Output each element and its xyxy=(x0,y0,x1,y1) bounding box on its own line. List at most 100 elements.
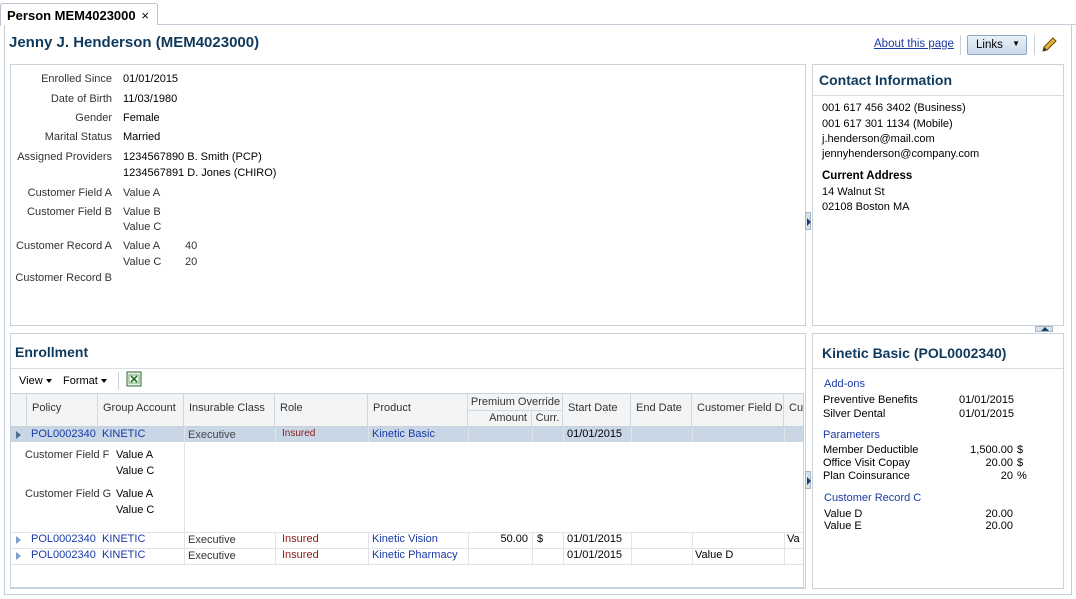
start-date: 01/01/2015 xyxy=(567,428,623,440)
customer-record-c-link[interactable]: Customer Record C xyxy=(824,492,921,504)
divider xyxy=(563,532,564,565)
chevron-down-icon xyxy=(100,379,107,384)
addon-date: 01/01/2015 xyxy=(959,408,1015,420)
amount: 50.00 xyxy=(500,533,528,545)
page-title: Jenny J. Henderson (MEM4023000) xyxy=(9,34,260,51)
record-value: Value A xyxy=(123,240,161,252)
divider xyxy=(11,368,805,369)
close-icon[interactable]: × xyxy=(141,8,149,23)
panel-splitter-handle[interactable] xyxy=(805,471,811,489)
divider xyxy=(813,95,1063,96)
divider xyxy=(184,532,185,565)
expand-icon[interactable] xyxy=(16,431,21,439)
insurable-class: Executive xyxy=(188,429,236,441)
customer-field-d: Value D xyxy=(695,549,734,561)
field-value: 11/03/1980 xyxy=(123,93,178,105)
group-link[interactable]: KINETIC xyxy=(102,549,145,561)
role: Insured xyxy=(282,533,319,545)
field-value: 01/01/2015 xyxy=(123,73,179,85)
selector-header xyxy=(11,394,27,427)
col-cu[interactable]: Cu xyxy=(784,394,803,427)
col-end-date[interactable]: End Date xyxy=(631,394,692,427)
policy-link[interactable]: POL0002340 xyxy=(31,533,96,545)
param-name: Office Visit Copay xyxy=(823,457,911,469)
product-link[interactable]: Kinetic Pharmacy xyxy=(372,549,458,561)
assigned-providers-link[interactable]: Assigned Providers xyxy=(10,151,112,163)
divider xyxy=(468,532,469,565)
group-link[interactable]: KINETIC xyxy=(102,428,145,440)
contact-line: j.henderson@mail.com xyxy=(822,133,935,145)
divider xyxy=(11,564,803,565)
col-amount[interactable]: Amount xyxy=(468,411,532,427)
field-label: Customer Field B xyxy=(27,206,112,218)
expand-icon[interactable] xyxy=(16,552,21,560)
divider xyxy=(532,532,533,565)
format-label: Format xyxy=(63,375,98,387)
links-button[interactable]: Links ▼ xyxy=(967,35,1027,55)
tab-strip xyxy=(0,0,1076,25)
customer-record-b-link[interactable]: Customer Record B xyxy=(10,272,112,284)
divider xyxy=(368,427,369,442)
view-label: View xyxy=(19,375,43,387)
address-line: 02108 Boston MA xyxy=(822,201,910,213)
field-label: Enrolled Since xyxy=(41,73,112,85)
col-customer-field-d[interactable]: Customer Field D xyxy=(692,394,784,427)
record-name: Value D xyxy=(824,508,863,520)
format-menu[interactable]: Format xyxy=(63,375,107,387)
tab-person[interactable]: Person MEM4023000 × xyxy=(0,3,158,26)
edit-pencil-icon[interactable] xyxy=(1040,36,1058,54)
divider xyxy=(960,35,961,55)
col-insurable-class[interactable]: Insurable Class xyxy=(184,394,275,427)
view-menu[interactable]: View xyxy=(19,375,52,387)
addon-date: 01/01/2015 xyxy=(959,394,1015,406)
customer-record-a-link[interactable]: Customer Record A xyxy=(10,240,112,252)
policy-title: Kinetic Basic (POL0002340) xyxy=(822,345,1007,361)
col-premium-override[interactable]: Premium Override Amount Curr. xyxy=(468,394,563,427)
col-product[interactable]: Product xyxy=(368,394,468,427)
detail-label: Customer Field G xyxy=(25,488,112,500)
divider xyxy=(275,532,276,565)
detail-value: Value A xyxy=(116,449,154,461)
collapse-handle[interactable] xyxy=(1035,326,1053,332)
policy-link[interactable]: POL0002340 xyxy=(31,428,96,440)
divider xyxy=(784,427,785,442)
currency: $ xyxy=(537,533,544,545)
col-start-date[interactable]: Start Date xyxy=(563,394,631,427)
param-unit: $ xyxy=(1017,444,1024,456)
detail-value: Value A xyxy=(116,488,154,500)
policy-link[interactable]: POL0002340 xyxy=(31,549,96,561)
detail-value: Value C xyxy=(116,504,155,516)
expand-icon[interactable] xyxy=(16,536,21,544)
about-page-link[interactable]: About this page xyxy=(874,38,954,50)
links-label: Links xyxy=(976,39,1003,51)
field-label: Marital Status xyxy=(44,131,112,143)
col-role[interactable]: Role xyxy=(275,394,368,427)
export-excel-icon[interactable] xyxy=(126,371,142,387)
product-link[interactable]: Kinetic Basic xyxy=(372,428,435,440)
record-name: Value E xyxy=(824,520,862,532)
col-currency[interactable]: Curr. xyxy=(532,411,563,427)
enrollment-table: Policy Group Account Insurable Class Rol… xyxy=(10,393,804,588)
param-value: 20 xyxy=(1000,470,1013,482)
parameters-link[interactable]: Parameters xyxy=(823,429,880,441)
contact-line: jennyhenderson@company.com xyxy=(822,148,980,160)
field-label: Gender xyxy=(75,112,112,124)
provider-value: 1234567890 B. Smith (PCP) xyxy=(123,151,262,163)
param-name: Plan Coinsurance xyxy=(823,470,910,482)
col-policy[interactable]: Policy xyxy=(27,394,98,427)
enrollment-title: Enrollment xyxy=(15,344,89,360)
param-unit: $ xyxy=(1017,457,1024,469)
address-line: 14 Walnut St xyxy=(822,186,885,198)
record-value: 20.00 xyxy=(985,508,1013,520)
param-value: 1,500.00 xyxy=(970,444,1013,456)
detail-label: Customer Field F xyxy=(25,449,110,461)
record-value: 20.00 xyxy=(985,520,1013,532)
insurable-class: Executive xyxy=(188,550,236,562)
col-group-account[interactable]: Group Account xyxy=(98,394,184,427)
addons-link[interactable]: Add-ons xyxy=(824,378,865,390)
group-link[interactable]: KINETIC xyxy=(102,533,145,545)
panel-splitter-handle[interactable] xyxy=(805,212,811,230)
divider xyxy=(692,427,693,442)
field-value: Value C xyxy=(123,221,162,233)
product-link[interactable]: Kinetic Vision xyxy=(372,533,438,545)
